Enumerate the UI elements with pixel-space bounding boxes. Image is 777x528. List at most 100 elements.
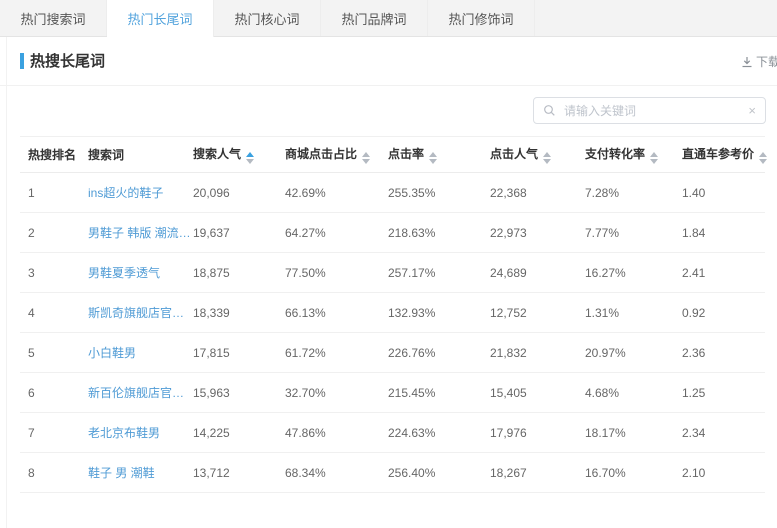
value-cell: 22,368 [490,173,585,213]
rank-cell: 1 [20,173,88,213]
sort-down-icon[interactable] [429,159,437,164]
sort-up-icon[interactable] [362,152,370,157]
value-cell: 16.70% [585,453,682,493]
keyword-search-box: × [533,97,766,124]
tab-4[interactable]: 热门修饰词 [428,0,535,36]
value-cell: 2.36 [682,333,765,373]
value-cell: 21,832 [490,333,585,373]
sort-up-icon[interactable] [650,152,658,157]
keyword-link[interactable]: 男鞋夏季透气 [88,253,193,293]
value-cell: 0.92 [682,293,765,333]
column-label: 搜索人气 [193,147,241,161]
sort-control[interactable] [362,152,370,164]
value-cell: 18,875 [193,253,285,293]
value-cell: 32.70% [285,373,388,413]
tab-2[interactable]: 热门核心词 [214,0,321,36]
value-cell: 17,976 [490,413,585,453]
value-cell: 224.63% [388,413,490,453]
sort-up-icon[interactable] [543,152,551,157]
table-row: 3男鞋夏季透气18,87577.50%257.17%24,68916.27%2.… [20,253,765,293]
value-cell: 256.40% [388,453,490,493]
tab-1[interactable]: 热门长尾词 [107,0,214,37]
table-row: 8鞋子 男 潮鞋13,71268.34%256.40%18,26716.70%2… [20,453,765,493]
value-cell: 19,637 [193,213,285,253]
value-cell: 68.34% [285,453,388,493]
column-label: 直通车参考价 [682,147,754,161]
value-cell: 226.76% [388,333,490,373]
sort-up-icon[interactable] [246,152,254,157]
table-header-row: 热搜排名搜索词搜索人气商城点击占比点击率点击人气支付转化率直通车参考价 [20,137,765,173]
sort-down-icon[interactable] [246,159,254,164]
value-cell: 2.10 [682,453,765,493]
sort-control[interactable] [759,152,767,164]
column-label: 商城点击占比 [285,147,357,161]
download-icon [741,56,753,68]
keyword-link[interactable]: 鞋子 男 潮鞋 [88,453,193,493]
clear-search-icon[interactable]: × [748,104,756,117]
table-row: 5小白鞋男17,81561.72%226.76%21,83220.97%2.36 [20,333,765,373]
table-row: 1ins超火的鞋子20,09642.69%255.35%22,3687.28%1… [20,173,765,213]
value-cell: 257.17% [388,253,490,293]
value-cell: 218.63% [388,213,490,253]
left-divider [6,37,7,528]
sort-up-icon[interactable] [759,152,767,157]
sort-control[interactable] [650,152,658,164]
value-cell: 12,752 [490,293,585,333]
value-cell: 1.40 [682,173,765,213]
section-divider [0,85,777,86]
value-cell: 1.84 [682,213,765,253]
sort-down-icon[interactable] [759,159,767,164]
search-icon [543,104,556,117]
value-cell: 20,096 [193,173,285,213]
column-label: 热搜排名 [28,148,76,162]
search-input[interactable] [562,103,744,119]
table-row: 7老北京布鞋男14,22547.86%224.63%17,97618.17%2.… [20,413,765,453]
table-body: 1ins超火的鞋子20,09642.69%255.35%22,3687.28%1… [20,173,765,493]
rank-cell: 8 [20,453,88,493]
value-cell: 42.69% [285,173,388,213]
value-cell: 66.13% [285,293,388,333]
sort-up-icon[interactable] [429,152,437,157]
value-cell: 16.27% [585,253,682,293]
value-cell: 47.86% [285,413,388,453]
rank-cell: 6 [20,373,88,413]
value-cell: 61.72% [285,333,388,373]
tab-bar: 热门搜索词热门长尾词热门核心词热门品牌词热门修饰词 [0,0,777,37]
sort-down-icon[interactable] [543,159,551,164]
sort-control[interactable] [246,152,254,164]
rank-cell: 3 [20,253,88,293]
keyword-link[interactable]: 老北京布鞋男 [88,413,193,453]
section-title-row: 热搜长尾词 [20,50,105,71]
value-cell: 24,689 [490,253,585,293]
keyword-link[interactable]: ins超火的鞋子 [88,173,193,213]
sort-down-icon[interactable] [650,159,658,164]
value-cell: 18.17% [585,413,682,453]
value-cell: 2.41 [682,253,765,293]
tab-0[interactable]: 热门搜索词 [0,0,107,36]
value-cell: 15,963 [193,373,285,413]
sort-control[interactable] [429,152,437,164]
keyword-link[interactable]: 男鞋子 韩版 潮流 英... [88,213,193,253]
value-cell: 1.25 [682,373,765,413]
value-cell: 20.97% [585,333,682,373]
value-cell: 77.50% [285,253,388,293]
value-cell: 4.68% [585,373,682,413]
tab-3[interactable]: 热门品牌词 [321,0,428,36]
value-cell: 132.93% [388,293,490,333]
keyword-link[interactable]: 小白鞋男 [88,333,193,373]
value-cell: 17,815 [193,333,285,373]
value-cell: 18,339 [193,293,285,333]
column-label: 点击人气 [490,147,538,161]
rank-cell: 5 [20,333,88,373]
value-cell: 255.35% [388,173,490,213]
value-cell: 1.31% [585,293,682,333]
sort-control[interactable] [543,152,551,164]
sort-down-icon[interactable] [362,159,370,164]
column-label: 支付转化率 [585,147,645,161]
rank-cell: 2 [20,213,88,253]
keyword-link[interactable]: 新百伦旗舰店官方正品 [88,373,193,413]
keyword-link[interactable]: 斯凯奇旗舰店官方旗舰 [88,293,193,333]
value-cell: 7.77% [585,213,682,253]
download-label: 下载 [756,53,777,70]
download-button[interactable]: 下载 [741,53,777,70]
